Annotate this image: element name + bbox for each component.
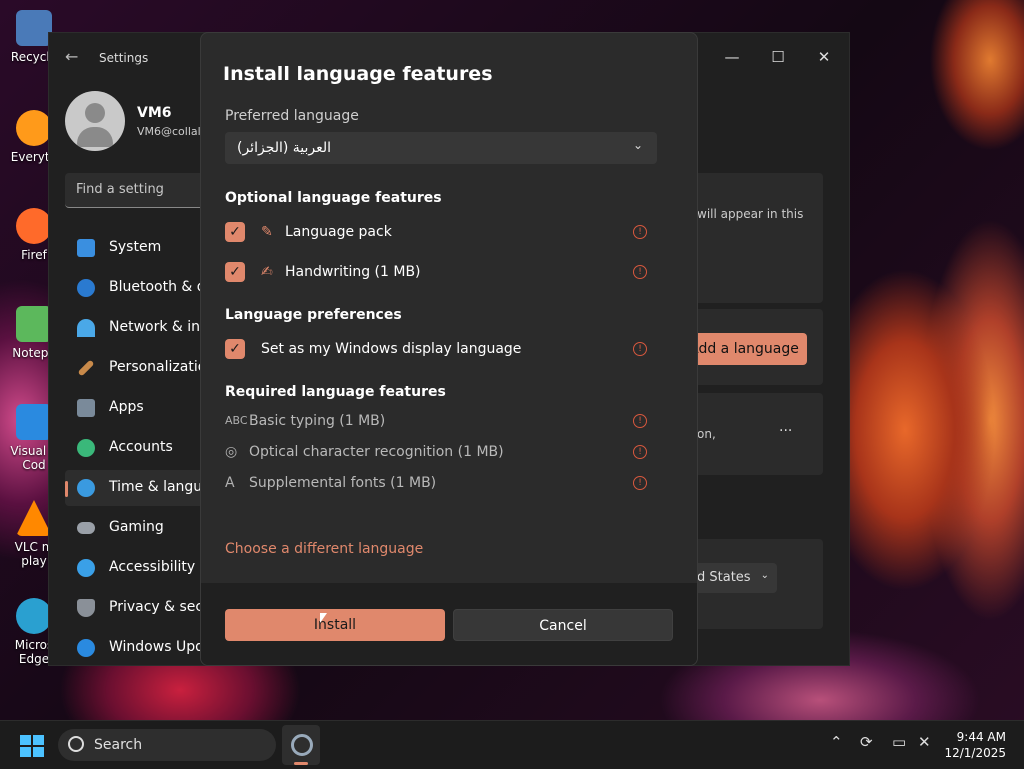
choose-different-language-link[interactable]: Choose a different language	[225, 541, 423, 557]
volume-muted-icon[interactable]: ✕	[918, 733, 931, 751]
more-options-icon[interactable]: ···	[779, 423, 792, 439]
date: 12/1/2025	[944, 746, 1006, 760]
sidebar-item-accessibility[interactable]: Accessibility	[65, 550, 215, 586]
avatar[interactable]	[65, 91, 125, 151]
clock[interactable]: 9:44 AM 12/1/2025	[944, 729, 1006, 761]
sidebar-item-network[interactable]: Network & inte	[65, 310, 215, 346]
required-features-header: Required language features	[225, 384, 446, 400]
language-pack-checkbox[interactable]: ✓	[225, 222, 245, 242]
sidebar-item-bluetooth[interactable]: Bluetooth & de	[65, 270, 215, 306]
edge-icon	[16, 598, 52, 634]
info-icon[interactable]: !	[633, 476, 647, 490]
supplemental-fonts-label: Supplemental fonts (1 MB)	[249, 475, 437, 491]
recycle-bin-icon	[16, 10, 52, 46]
sidebar-item-apps[interactable]: Apps	[65, 390, 215, 426]
preferred-language-select[interactable]: العربية (الجزائر) ⌄	[225, 132, 657, 164]
install-language-dialog: Install language features Preferred lang…	[200, 32, 698, 666]
chevron-down-icon: ⌄	[632, 138, 643, 152]
cancel-button[interactable]: Cancel	[453, 609, 673, 641]
chevron-down-icon: ⌄	[760, 570, 769, 581]
preferred-language-label: Preferred language	[225, 108, 359, 124]
firefox-icon	[16, 208, 52, 244]
accessibility-icon	[77, 559, 95, 577]
shield-icon	[77, 599, 95, 617]
language-pack-icon: ✎	[261, 224, 273, 240]
mouse-cursor-icon	[320, 613, 327, 623]
accounts-icon	[77, 439, 95, 457]
close-icon[interactable]: ✕	[801, 41, 847, 73]
active-indicator	[65, 481, 68, 497]
ocr-label: Optical character recognition (1 MB)	[249, 444, 504, 460]
basic-typing-label: Basic typing (1 MB)	[249, 413, 386, 429]
info-icon[interactable]: !	[633, 225, 647, 239]
on-text: on,	[697, 427, 716, 441]
install-button[interactable]: Install	[225, 609, 445, 641]
language-preferences-header: Language preferences	[225, 307, 402, 323]
gear-icon	[291, 734, 313, 756]
network-icon[interactable]: ▭	[892, 733, 906, 751]
sidebar-item-privacy[interactable]: Privacy & secu	[65, 590, 215, 626]
appear-text: will appear in this	[697, 207, 804, 221]
optional-features-header: Optional language features	[225, 190, 442, 206]
vscode-icon	[16, 404, 52, 440]
info-icon[interactable]: !	[633, 445, 647, 459]
globe-icon	[77, 479, 95, 497]
back-arrow-icon[interactable]: ←	[65, 49, 81, 65]
sync-icon[interactable]: ⟳	[860, 733, 873, 751]
handwriting-checkbox[interactable]: ✓	[225, 262, 245, 282]
update-icon	[77, 639, 95, 657]
minimize-icon[interactable]: —	[709, 41, 755, 73]
time: 9:44 AM	[956, 730, 1006, 744]
abc-icon: ABC	[225, 414, 248, 427]
info-icon[interactable]: !	[633, 342, 647, 356]
maximize-icon[interactable]: ☐	[755, 41, 801, 73]
apps-icon	[77, 399, 95, 417]
vlc-icon	[16, 500, 52, 536]
chevron-up-icon[interactable]: ⌃	[830, 733, 843, 751]
sidebar-item-time-language[interactable]: Time & langua	[65, 470, 215, 506]
dialog-title: Install language features	[223, 63, 493, 85]
info-icon[interactable]: !	[633, 414, 647, 428]
display-language-checkbox[interactable]: ✓	[225, 339, 245, 359]
taskbar-settings-app[interactable]	[282, 725, 320, 765]
preferred-language-value: العربية (الجزائر)	[237, 140, 332, 156]
language-pack-label: Language pack	[285, 224, 392, 240]
handwriting-label: Handwriting (1 MB)	[285, 264, 421, 280]
user-email: VM6@collal	[137, 125, 201, 138]
sidebar-item-system[interactable]: System	[65, 230, 215, 266]
handwriting-icon: ✍	[261, 264, 273, 280]
app-title: Settings	[99, 51, 149, 65]
bluetooth-icon	[77, 279, 95, 297]
region-dropdown[interactable]: d States ⌄	[689, 563, 777, 593]
notepad-icon	[16, 306, 52, 342]
taskbar-search-label: Search	[94, 737, 143, 753]
sidebar-item-gaming[interactable]: Gaming	[65, 510, 215, 546]
brush-icon	[77, 359, 95, 377]
find-setting-input[interactable]: Find a setting	[65, 173, 205, 208]
sidebar-item-personalization[interactable]: Personalization	[65, 350, 215, 386]
taskbar: Search ⌃ ⟳ ▭ ✕ 9:44 AM 12/1/2025	[0, 720, 1024, 769]
taskbar-search[interactable]: Search	[58, 729, 276, 761]
gamepad-icon	[77, 522, 95, 534]
font-icon: A	[225, 475, 235, 491]
everything-icon	[16, 110, 52, 146]
info-icon[interactable]: !	[633, 265, 647, 279]
wifi-icon	[77, 319, 95, 337]
display-language-label: Set as my Windows display language	[261, 341, 522, 357]
add-language-button[interactable]: Add a language	[681, 333, 807, 365]
sidebar-item-accounts[interactable]: Accounts	[65, 430, 215, 466]
windows-start-icon[interactable]	[20, 735, 44, 757]
camera-icon: ◎	[225, 444, 238, 460]
user-name: VM6	[137, 105, 172, 121]
system-icon	[77, 239, 95, 257]
region-value: d States	[697, 570, 751, 585]
search-icon	[68, 736, 84, 752]
active-app-indicator	[294, 762, 308, 765]
sidebar-item-windows-update[interactable]: Windows Upda	[65, 630, 215, 666]
